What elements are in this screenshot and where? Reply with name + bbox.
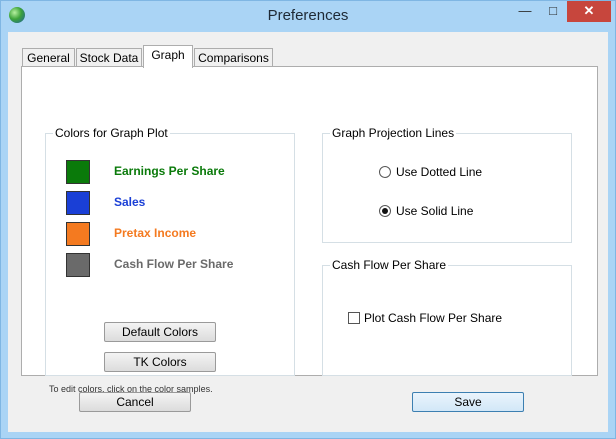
pretax-label: Pretax Income [114,226,197,240]
tab-comparisons[interactable]: Comparisons [194,48,273,67]
tab-stock-data[interactable]: Stock Data [76,48,142,67]
title-bar: Preferences — □ ✕ [1,1,615,31]
plot-cash-flow-checkbox[interactable] [348,312,360,324]
cash-flow-group: Cash Flow Per Share Plot Cash Flow Per S… [322,258,572,376]
eps-label: Earnings Per Share [114,164,225,178]
cancel-button[interactable]: Cancel [79,392,191,412]
tab-graph[interactable]: Graph [143,45,193,68]
solid-line-label: Use Solid Line [396,204,474,218]
pretax-color-swatch[interactable] [66,222,90,246]
tab-general[interactable]: General [22,48,75,67]
dialog-client: General Stock Data Graph Comparisons Col… [8,32,608,432]
eps-color-swatch[interactable] [66,160,90,184]
colors-group-title: Colors for Graph Plot [53,126,170,140]
graph-tab-panel: Colors for Graph Plot Earnings Per Share… [21,66,598,394]
colors-group: Colors for Graph Plot Earnings Per Share… [45,126,295,394]
minimize-button[interactable]: — [511,1,539,22]
dotted-line-radio[interactable] [379,166,391,178]
dotted-line-label: Use Dotted Line [396,165,483,179]
radio-selected-dot [382,208,388,214]
maximize-button[interactable]: □ [539,1,567,22]
save-button[interactable]: Save [412,392,524,412]
sales-color-swatch[interactable] [66,191,90,215]
cash-flow-group-title: Cash Flow Per Share [330,258,449,272]
solid-line-radio[interactable] [379,205,391,217]
plot-cash-flow-label: Plot Cash Flow Per Share [364,311,503,325]
cashflow-color-swatch[interactable] [66,253,90,277]
projection-lines-group: Graph Projection Lines Use Dotted Line U… [322,126,572,243]
tk-colors-button[interactable]: TK Colors [104,352,216,372]
close-button[interactable]: ✕ [567,1,611,22]
sales-label: Sales [114,195,146,209]
cashflow-label: Cash Flow Per Share [114,257,234,271]
projection-group-title: Graph Projection Lines [330,126,457,140]
default-colors-button[interactable]: Default Colors [104,322,216,342]
preferences-window: Preferences — □ ✕ General Stock Data Gra… [0,0,616,439]
